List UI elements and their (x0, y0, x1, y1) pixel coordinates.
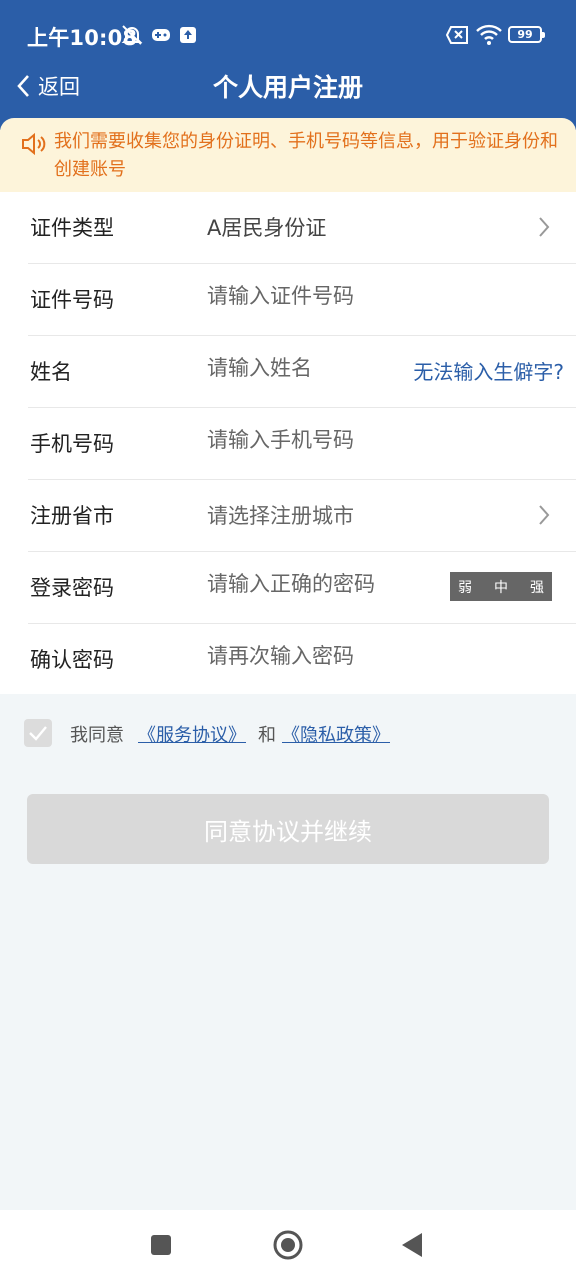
id-number-input[interactable] (207, 284, 407, 308)
triangle-back-icon (402, 1233, 422, 1257)
status-bar: 上午10:08 99 (0, 0, 576, 64)
name-input[interactable] (207, 356, 397, 380)
strength-strong: 强 (530, 579, 544, 596)
form-row-password: 登录密码 弱 中 强 (0, 552, 576, 624)
agreement-prefix: 我同意 (70, 725, 124, 746)
sim-off-icon (446, 24, 468, 46)
id-type-label: 证件类型 (30, 216, 114, 240)
gamepad-icon (151, 24, 171, 46)
name-label: 姓名 (30, 360, 72, 384)
home-button[interactable] (272, 1229, 304, 1265)
notice-text: 我们需要收集您的身份证明、手机号码等信息，用于验证身份和创建账号 (54, 131, 558, 180)
mute-bell-icon (120, 24, 144, 46)
check-icon (29, 726, 47, 741)
square-icon (151, 1235, 171, 1255)
privacy-policy-link[interactable]: 《隐私政策》 (282, 721, 390, 747)
form-row-id-type[interactable]: 证件类型 A居民身份证 (0, 192, 576, 264)
password-label: 登录密码 (30, 576, 114, 600)
back-nav-button[interactable] (400, 1232, 424, 1262)
confirm-password-label: 确认密码 (30, 648, 114, 672)
app-header: 上午10:08 99 返回 个人用户注册 (0, 0, 576, 130)
system-nav-bar (0, 1210, 576, 1280)
battery-icon: 99 (508, 26, 545, 43)
password-input[interactable] (207, 572, 437, 596)
agreement-checkbox-wrap (24, 718, 52, 748)
upload-icon (179, 24, 197, 46)
phone-input[interactable] (207, 428, 407, 452)
page-title: 个人用户注册 (212, 73, 363, 102)
form-row-confirm-password: 确认密码 (0, 624, 576, 696)
service-agreement-link[interactable]: 《服务协议》 (138, 721, 246, 747)
id-number-label: 证件号码 (30, 288, 114, 312)
confirm-password-input[interactable] (207, 644, 407, 668)
registration-form: 证件类型 A居民身份证 证件号码 姓名 无法输入生僻字? 手机号码 注册省市 请… (0, 192, 576, 694)
strength-medium: 中 (494, 579, 508, 596)
recent-apps-button[interactable] (150, 1234, 172, 1260)
city-label: 注册省市 (30, 504, 114, 528)
phone-label: 手机号码 (30, 432, 114, 456)
chevron-right-icon (538, 216, 550, 242)
agree-continue-button[interactable]: 同意协议并继续 (27, 794, 549, 864)
rare-character-link[interactable]: 无法输入生僻字? (413, 356, 564, 385)
speaker-icon (20, 131, 46, 161)
form-row-phone: 手机号码 (0, 408, 576, 480)
agreement-and: 和 (258, 725, 276, 746)
agreement-checkbox[interactable] (24, 719, 52, 747)
form-row-id-number: 证件号码 (0, 264, 576, 336)
strength-weak: 弱 (458, 579, 472, 596)
form-row-city[interactable]: 注册省市 请选择注册城市 (0, 480, 576, 552)
id-type-value[interactable]: A居民身份证 (207, 212, 326, 242)
city-select[interactable]: 请选择注册城市 (207, 500, 354, 530)
password-strength-meter: 弱 中 强 (450, 572, 552, 601)
chevron-right-icon (538, 504, 550, 530)
home-circle-icon (273, 1230, 303, 1260)
form-row-name: 姓名 无法输入生僻字? (0, 336, 576, 408)
wifi-icon (476, 24, 502, 46)
